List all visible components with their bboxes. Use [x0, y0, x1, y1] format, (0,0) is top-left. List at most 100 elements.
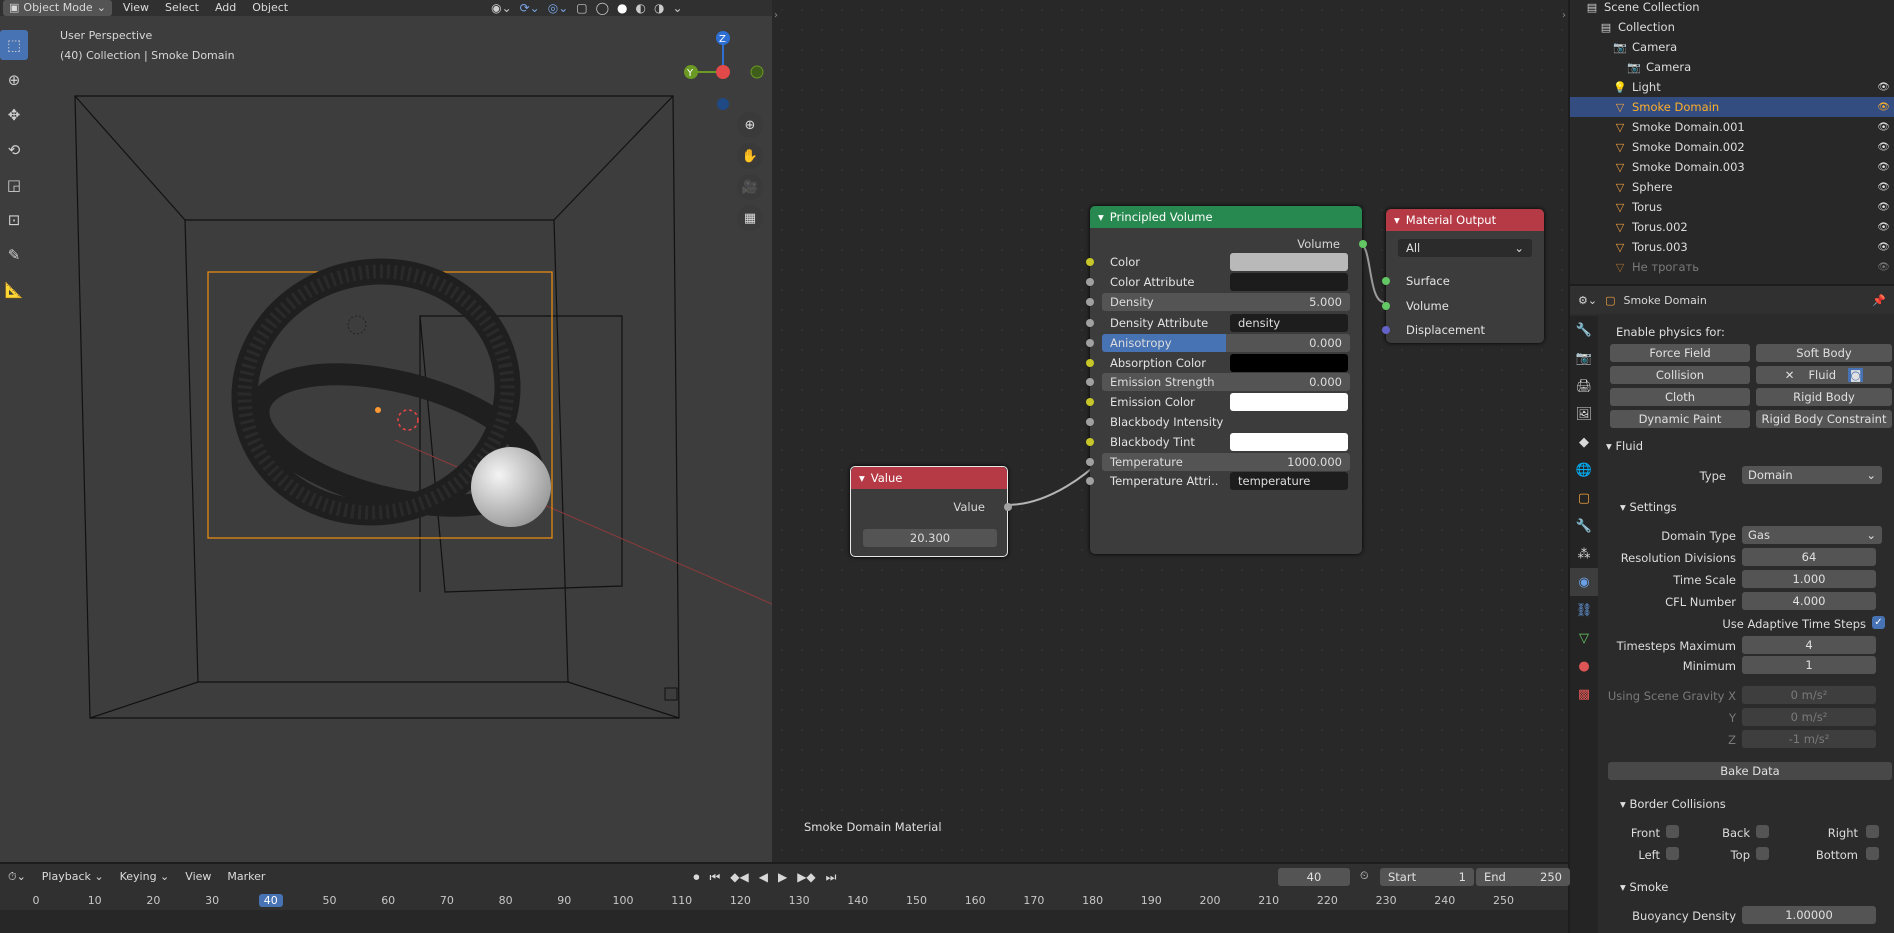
- input-socket[interactable]: [1086, 418, 1094, 426]
- color-swatch[interactable]: [1230, 253, 1348, 271]
- bottom-checkbox[interactable]: [1866, 847, 1879, 860]
- start-frame-field[interactable]: Start 1: [1380, 868, 1474, 886]
- outliner-item[interactable]: ▽ Torus.003 👁: [1570, 237, 1894, 257]
- prev-keyframe-icon[interactable]: ◆◀: [730, 870, 748, 885]
- visibility-eye-icon[interactable]: 👁: [1877, 182, 1890, 193]
- soft-body-button[interactable]: Soft Body: [1756, 344, 1892, 362]
- value-node[interactable]: ▾ Value Value 20.300: [850, 466, 1012, 557]
- visibility-eye-icon[interactable]: 👁: [1877, 242, 1890, 253]
- buoyancy-density-field[interactable]: 1.00000: [1742, 906, 1876, 924]
- editor-type-icon[interactable]: ⏱⌄: [0, 869, 34, 885]
- constraints-tab-icon[interactable]: ⛓: [1570, 596, 1598, 624]
- shader-node-editor[interactable]: Smoke Domain Material ▾ Value Value 20.3…: [772, 0, 1568, 862]
- jump-end-icon[interactable]: ⏭: [826, 870, 837, 885]
- bake-data-button[interactable]: Bake Data: [1608, 762, 1892, 780]
- input-socket[interactable]: [1086, 258, 1094, 266]
- domain-type-dropdown[interactable]: Gas ⌄: [1742, 526, 1882, 544]
- output-tab-icon[interactable]: 🖨: [1570, 372, 1598, 400]
- value-node-header[interactable]: ▾ Value: [851, 467, 1007, 489]
- outliner-item[interactable]: ▽ Smoke Domain.003 👁: [1570, 157, 1894, 177]
- view-menu[interactable]: View: [177, 869, 219, 885]
- outliner-item[interactable]: ▽ Sphere 👁: [1570, 177, 1894, 197]
- right-checkbox[interactable]: [1866, 825, 1879, 838]
- rigid-body-constraint-button[interactable]: Rigid Body Constraint: [1756, 410, 1892, 428]
- displacement-input-socket[interactable]: [1382, 326, 1390, 334]
- outliner-item[interactable]: ▽ Smoke Domain 👁: [1570, 97, 1894, 117]
- playback-menu[interactable]: Playback ⌄: [34, 869, 112, 885]
- input-socket[interactable]: [1086, 359, 1094, 367]
- outliner-item[interactable]: ▤ Collection: [1570, 17, 1894, 37]
- view-layer-tab-icon[interactable]: 🖼: [1570, 400, 1598, 428]
- value-output-socket[interactable]: [1004, 503, 1012, 511]
- region-arrow-icon[interactable]: ›: [1562, 10, 1566, 21]
- color-swatch[interactable]: [1230, 393, 1348, 411]
- fluid-button[interactable]: ✕ Fluid ◙: [1756, 366, 1892, 384]
- timesteps-min-field[interactable]: 1: [1742, 656, 1876, 674]
- record-icon[interactable]: ⏺: [693, 870, 699, 885]
- outliner[interactable]: ▤ Scene Collection ▤ Collection 📷 Camera 📷 Came…: [1570, 0, 1894, 284]
- input-socket[interactable]: [1086, 398, 1094, 406]
- world-tab-icon[interactable]: 🌐: [1570, 456, 1598, 484]
- dynamic-paint-button[interactable]: Dynamic Paint: [1610, 410, 1750, 428]
- smoke-panel-header[interactable]: ▾ Smoke: [1620, 880, 1668, 894]
- principled-volume-node[interactable]: ▾ Principled Volume Volume Color Color At…: [1086, 206, 1367, 554]
- texture-tab-icon[interactable]: ▩: [1570, 680, 1598, 708]
- input-number-field[interactable]: Density 5.000: [1102, 293, 1350, 311]
- pin-icon[interactable]: 📌: [1872, 294, 1886, 307]
- scene-tab-icon[interactable]: ◆: [1570, 428, 1598, 456]
- outliner-item[interactable]: 💡 Light 👁: [1570, 77, 1894, 97]
- time-scale-field[interactable]: 1.000: [1742, 570, 1876, 588]
- remove-x-icon[interactable]: ✕: [1785, 368, 1795, 382]
- particles-tab-icon[interactable]: ⁂: [1570, 540, 1598, 568]
- data-tab-icon[interactable]: ▽: [1570, 624, 1598, 652]
- frame-ruler[interactable]: 0 10 20 30 40 50 60 70 80 90 100 110 120 130 140 150 160…: [0, 892, 1568, 933]
- render-toggle-icon[interactable]: ◙: [1848, 368, 1864, 382]
- fluid-type-dropdown[interactable]: Domain ⌄: [1742, 466, 1882, 484]
- input-number-field[interactable]: Emission Strength 0.000: [1102, 373, 1350, 391]
- zoom-icon[interactable]: ⊕: [737, 112, 763, 138]
- material-tab-icon[interactable]: ●: [1570, 652, 1598, 680]
- outliner-item[interactable]: 📷 Camera: [1570, 37, 1894, 57]
- attribute-text-field[interactable]: temperature: [1230, 472, 1348, 490]
- material-output-node[interactable]: ▾ Material Output All ⌄ Surface Volume D…: [1382, 209, 1544, 343]
- modifier-tab-icon[interactable]: 🔧: [1570, 512, 1598, 540]
- end-frame-field[interactable]: End 250: [1476, 868, 1570, 886]
- input-socket[interactable]: [1086, 319, 1094, 327]
- input-socket[interactable]: [1086, 298, 1094, 306]
- surface-input-socket[interactable]: [1382, 277, 1390, 285]
- collapse-arrow-icon[interactable]: ▾: [1098, 210, 1104, 224]
- outliner-item[interactable]: ▽ Не трогать 👁: [1570, 257, 1894, 277]
- visibility-eye-icon[interactable]: 👁: [1877, 82, 1890, 93]
- current-frame-field[interactable]: 40: [1278, 868, 1350, 886]
- input-socket[interactable]: [1086, 477, 1094, 485]
- back-checkbox[interactable]: [1756, 825, 1769, 838]
- visibility-eye-icon[interactable]: 👁: [1877, 102, 1890, 113]
- outliner-item[interactable]: ▽ Torus.002 👁: [1570, 217, 1894, 237]
- visibility-eye-icon[interactable]: 👁: [1877, 162, 1890, 173]
- timesteps-max-field[interactable]: 4: [1742, 636, 1876, 654]
- outliner-item[interactable]: ▤ Scene Collection: [1570, 0, 1894, 17]
- adaptive-time-steps-checkbox[interactable]: ✓: [1872, 616, 1885, 629]
- editor-type-icon[interactable]: ⚙⌄: [1578, 294, 1597, 307]
- visibility-eye-icon[interactable]: 👁: [1877, 222, 1890, 233]
- input-socket[interactable]: [1086, 458, 1094, 466]
- border-collisions-header[interactable]: ▾ Border Collisions: [1620, 797, 1726, 811]
- properties-editor[interactable]: ⚙⌄ ▢ Smoke Domain 📌 🔧 📷 🖨 🖼 ◆ 🌐 ▢ 🔧 ⁂ ◉ …: [1570, 286, 1894, 933]
- input-socket[interactable]: [1086, 438, 1094, 446]
- input-number-field[interactable]: Anisotropy 0.000: [1102, 334, 1350, 352]
- input-socket[interactable]: [1086, 339, 1094, 347]
- volume-output-socket[interactable]: [1359, 240, 1367, 248]
- volume-input-socket[interactable]: [1382, 302, 1390, 310]
- pan-hand-icon[interactable]: ✋: [737, 143, 763, 169]
- color-swatch[interactable]: [1230, 354, 1348, 372]
- value-field[interactable]: 20.300: [863, 529, 997, 547]
- settings-panel-header[interactable]: ▾ Settings: [1620, 500, 1677, 514]
- navigation-gizmo[interactable]: Z Y: [675, 26, 772, 116]
- principled-volume-header[interactable]: ▾ Principled Volume: [1090, 206, 1362, 228]
- top-checkbox[interactable]: [1756, 847, 1769, 860]
- outliner-item[interactable]: ▽ Torus 👁: [1570, 197, 1894, 217]
- visibility-eye-icon[interactable]: 👁: [1877, 142, 1890, 153]
- color-swatch[interactable]: [1230, 433, 1348, 451]
- resolution-field[interactable]: 64: [1742, 548, 1876, 566]
- keying-menu[interactable]: Keying ⌄: [112, 869, 178, 885]
